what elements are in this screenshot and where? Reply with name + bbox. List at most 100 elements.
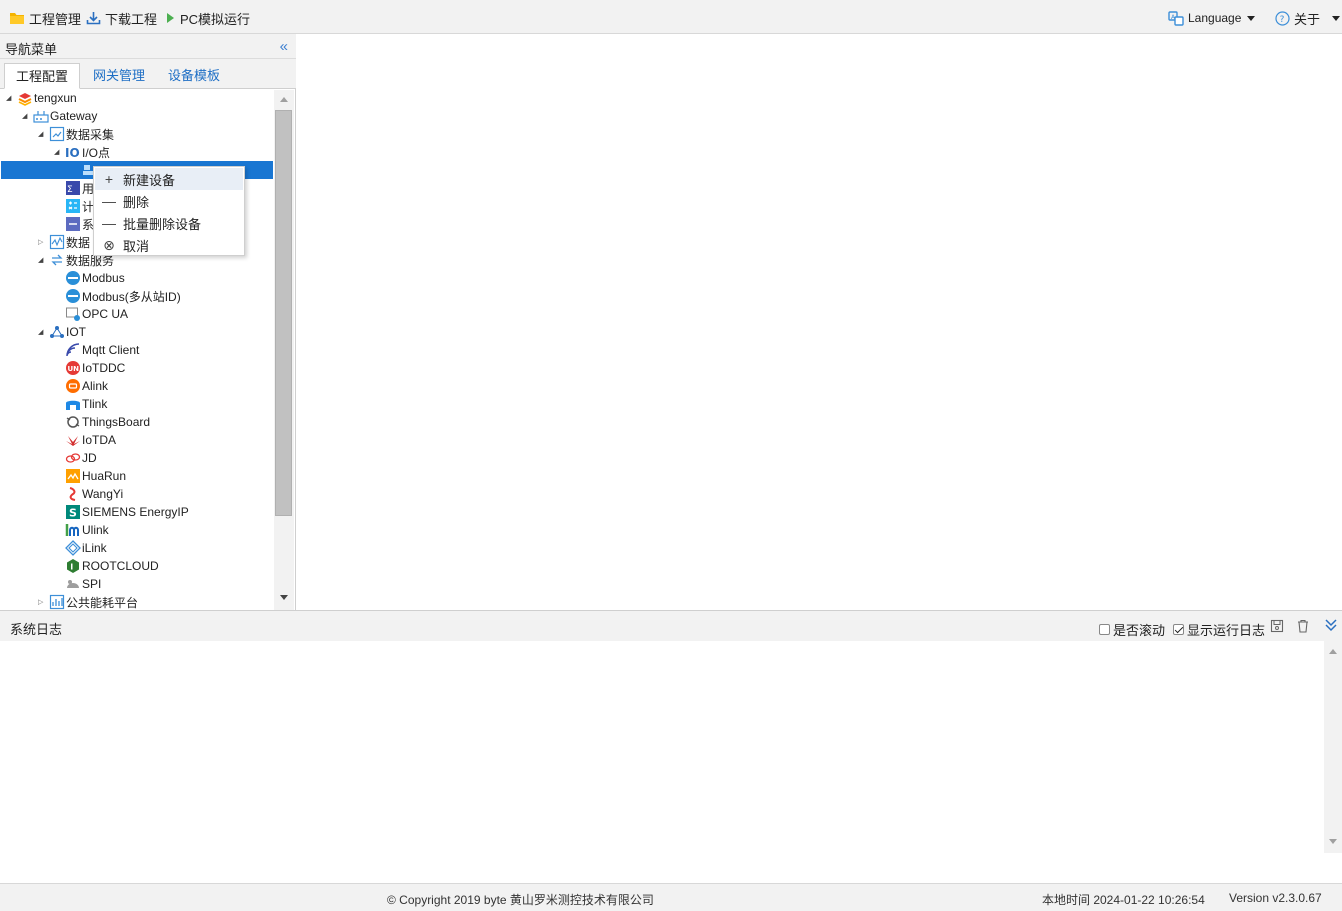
tree-node-ulink[interactable]: Ulink (65, 521, 109, 539)
rootcloud-icon: I (65, 558, 81, 574)
expand-toggle-icon[interactable]: ◢ (54, 149, 62, 157)
svg-text:I: I (70, 563, 73, 572)
expand-toggle-icon[interactable]: ◢ (22, 113, 30, 121)
tab-project-config[interactable]: 工程配置 (4, 63, 81, 89)
download-project-button[interactable]: 下载工程 (86, 8, 157, 28)
tree-scrollbar[interactable] (274, 90, 294, 610)
tree-node-system[interactable]: 系 (65, 215, 94, 233)
svg-text:S: S (69, 507, 77, 520)
minus-icon: — (102, 215, 116, 231)
tree-node-root[interactable]: tengxun (17, 90, 77, 107)
tree-node-label: WangYi (82, 487, 124, 501)
iot-icon (49, 324, 65, 340)
language-label: Language (1188, 11, 1242, 25)
tree-node-gateway[interactable]: Gateway (33, 107, 97, 125)
tree-node-opcua[interactable]: OPC UA (65, 305, 128, 323)
spi-icon (65, 576, 81, 592)
tree-node-label: Modbus(多从站ID) (82, 289, 181, 304)
collapse-panel-icon[interactable]: « (280, 38, 288, 55)
huawei-icon (65, 432, 81, 448)
tree-node-label: IoTDA (82, 433, 117, 447)
about-dropdown[interactable]: ? 关于 (1275, 8, 1341, 28)
tree-node-tlink[interactable]: Tlink (65, 395, 107, 413)
language-dropdown[interactable]: A Language (1168, 8, 1256, 28)
show-run-log-checkbox[interactable]: 显示运行日志 (1173, 620, 1265, 639)
plus-icon: + (104, 171, 114, 187)
scroll-down-icon[interactable] (1329, 839, 1337, 844)
tree-node-siemens[interactable]: S SIEMENS EnergyIP (65, 503, 189, 521)
tree-node-rootcloud[interactable]: I ROOTCLOUD (65, 557, 159, 575)
tree-node-label: Gateway (50, 109, 98, 123)
download-project-label: 下载工程 (105, 11, 158, 27)
tree-node-modbus-multi[interactable]: Modbus(多从站ID) (65, 287, 181, 305)
expand-toggle-icon[interactable]: ▷ (38, 599, 46, 607)
tree-node-jd[interactable]: JD (65, 449, 97, 467)
tree-node-data-collect[interactable]: 数据采集 (49, 125, 114, 143)
project-icon (17, 90, 33, 106)
collapse-down-icon[interactable] (1324, 618, 1338, 635)
chevron-down-icon (1247, 15, 1256, 21)
tree-node-thingsboard[interactable]: ThingsBoard (65, 413, 150, 431)
scroll-thumb[interactable] (275, 110, 292, 516)
tree-node-spi[interactable]: SPI (65, 575, 101, 593)
tree-node-label: HuaRun (82, 469, 127, 483)
expand-toggle-icon[interactable]: ◢ (38, 131, 46, 139)
tree-node-iot[interactable]: IOT (49, 323, 86, 341)
checkbox-label: 显示运行日志 (1187, 623, 1266, 638)
alink-icon (65, 378, 81, 394)
gateway-icon (33, 108, 49, 124)
tree-node-huarun[interactable]: HuaRun (65, 467, 126, 485)
tree-node-label: iLink (82, 541, 107, 555)
trash-icon[interactable] (1296, 619, 1310, 636)
expand-toggle-icon[interactable]: ▷ (38, 239, 46, 247)
tree-node-modbus[interactable]: Modbus (65, 269, 125, 287)
navigation-panel: 导航菜单 « 工程配置 网关管理 设备模板 ◢ tengxun ◢ Gatewa… (0, 34, 296, 610)
menu-item-batch-delete[interactable]: — 批量删除设备 (95, 212, 243, 234)
save-icon[interactable] (1270, 619, 1284, 636)
huarun-icon (65, 468, 81, 484)
log-scrollbar[interactable] (1324, 641, 1342, 853)
svg-text:?: ? (1280, 15, 1285, 25)
tree-node-label: ROOTCLOUD (82, 559, 159, 573)
scroll-up-icon[interactable] (280, 97, 288, 102)
menu-item-new-device[interactable]: + 新建设备 (95, 168, 243, 190)
scroll-up-icon[interactable] (1329, 649, 1337, 654)
menu-item-delete[interactable]: — 删除 (95, 190, 243, 212)
scroll-down-icon[interactable] (280, 595, 288, 600)
project-manage-button[interactable]: 工程管理 (9, 8, 81, 28)
tree-node-io-point[interactable]: IO I/O点 (65, 143, 110, 161)
language-icon: A (1168, 11, 1184, 26)
tree-node-label: 公共能耗平台 (66, 595, 139, 610)
tree-node-label: Tlink (82, 397, 108, 411)
user-variable-icon: Σ (65, 180, 81, 196)
main-content-area (297, 34, 1342, 610)
ilink-icon (65, 540, 81, 556)
tree-node-mqtt-client[interactable]: Mqtt Client (65, 341, 139, 359)
tree-node-label: 数据采集 (66, 127, 115, 142)
expand-toggle-icon[interactable]: ◢ (38, 257, 46, 265)
nav-header: 导航菜单 « (0, 34, 296, 59)
help-icon: ? (1275, 10, 1290, 26)
auto-scroll-checkbox[interactable]: 是否滚动 (1099, 620, 1165, 639)
expand-toggle-icon[interactable]: ◢ (6, 95, 14, 103)
tab-gateway-manage[interactable]: 网关管理 (82, 63, 156, 89)
checkbox-box[interactable] (1173, 624, 1184, 635)
play-icon (167, 13, 174, 23)
tree-node-user-vars[interactable]: Σ 用 (65, 179, 94, 197)
pc-simulate-button[interactable]: PC模拟运行 (164, 8, 250, 28)
tree-node-calc[interactable]: 计 (65, 197, 94, 215)
tree-node-iotddc[interactable]: UN IoTDDC (65, 359, 125, 377)
menu-item-cancel[interactable]: ⊗ 取消 (95, 234, 243, 256)
tree-node-label: I/O点 (82, 145, 111, 160)
tab-device-template[interactable]: 设备模板 (157, 63, 231, 89)
tree-node-alink[interactable]: Alink (65, 377, 108, 395)
expand-toggle-icon[interactable]: ◢ (38, 329, 46, 337)
tree-node-iotda[interactable]: IoTDA (65, 431, 116, 449)
tree-node-ilink[interactable]: iLink (65, 539, 107, 557)
tree-node-public-energy[interactable]: 公共能耗平台 (49, 593, 138, 610)
pc-simulate-label: PC模拟运行 (180, 11, 251, 27)
tree-node-label: IOT (66, 325, 86, 339)
checkbox-box[interactable] (1099, 624, 1110, 635)
tree-node-data-partial[interactable]: 数据 (49, 233, 90, 251)
tree-node-wangyi[interactable]: WangYi (65, 485, 123, 503)
